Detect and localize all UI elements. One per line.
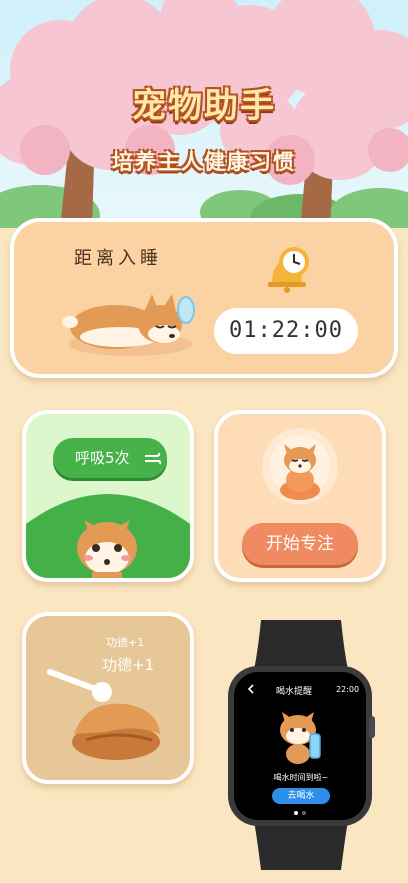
back-arrow-icon[interactable] — [246, 684, 256, 694]
sleep-label: 距离入睡 — [74, 248, 162, 269]
countdown-timer: 01:22:00 — [214, 308, 358, 354]
app-subtitle: 培养主人健康习惯 — [112, 150, 296, 174]
sleeping-dog-illustration — [62, 294, 195, 356]
go-drink-button[interactable]: 去喝水 — [272, 788, 330, 804]
watch-time: 22:00 — [336, 685, 360, 694]
watch-message: 喝水时间到啦~ — [273, 773, 329, 782]
breathing-card[interactable]: 呼吸5次 — [22, 410, 194, 582]
page-indicator — [292, 811, 312, 815]
watch-title: 喝水提醒 — [276, 687, 313, 697]
wooden-fish-icon[interactable] — [66, 694, 166, 764]
sleep-countdown-card[interactable]: 距离入睡 01:22:00 — [10, 218, 398, 378]
surprised-dog-illustration — [77, 520, 137, 578]
dog-drinking-illustration — [280, 712, 321, 764]
merit-counter-small: 功德+1 — [106, 636, 145, 649]
meditating-dog-illustration — [262, 428, 338, 504]
focus-card[interactable]: 开始专注 — [214, 410, 386, 582]
wind-icon — [145, 452, 162, 465]
alarm-clock-icon — [268, 247, 309, 293]
merit-card[interactable]: 功德+1 功德+1 — [22, 612, 194, 784]
smartwatch: 喝水提醒 22:00 喝水时间到啦~ 去喝水 — [226, 620, 376, 870]
start-focus-button[interactable]: 开始专注 — [242, 523, 358, 565]
app-title: 宠物助手 — [132, 86, 276, 126]
